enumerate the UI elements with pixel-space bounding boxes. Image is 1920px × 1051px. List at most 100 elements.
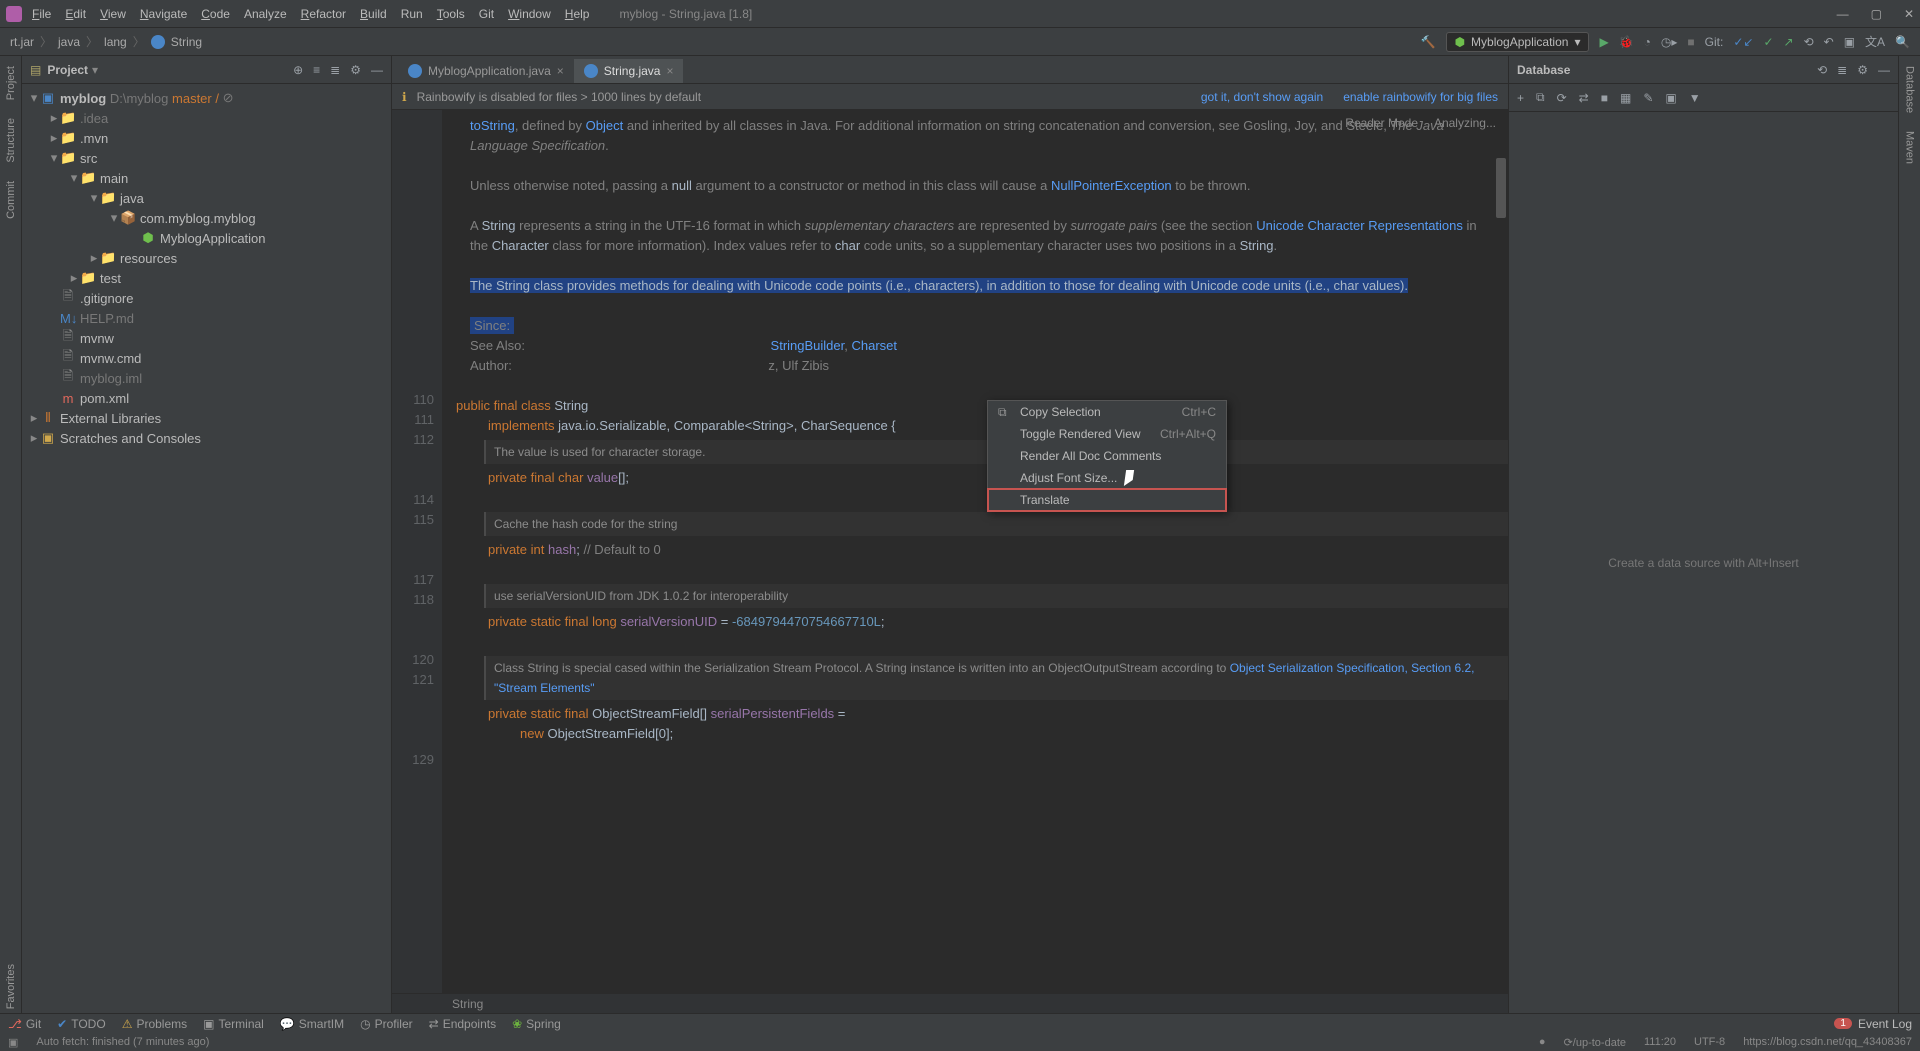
menu-tools[interactable]: Tools: [437, 7, 465, 21]
tool-tab-database[interactable]: Database: [1902, 62, 1918, 117]
close-tab-icon[interactable]: ×: [666, 64, 673, 78]
code-editor[interactable]: toString, defined by Object and inherite…: [442, 110, 1508, 993]
stop-icon[interactable]: ■: [1687, 35, 1694, 49]
editor-tabs: MyblogApplication.java× String.java×: [392, 56, 1508, 84]
status-tool-icon[interactable]: ▣: [8, 1036, 18, 1049]
tool-endpoints[interactable]: ⇄Endpoints: [429, 1017, 496, 1031]
sync-icon[interactable]: ⟲: [1817, 63, 1827, 77]
git-push-icon[interactable]: ↗: [1784, 35, 1794, 49]
ctx-toggle-rendered[interactable]: Toggle Rendered ViewCtrl+Alt+Q: [988, 423, 1226, 445]
spring-icon: ⬢: [1455, 35, 1465, 49]
project-tree[interactable]: ▾▣myblog D:\myblog master / ⊘ ▸📁.idea ▸📁…: [22, 84, 391, 1013]
tab-string[interactable]: String.java×: [574, 59, 684, 83]
tool-smartim[interactable]: 💬SmartIM: [280, 1017, 344, 1031]
debug-icon[interactable]: 🐞: [1619, 35, 1634, 49]
diff-icon[interactable]: ⇄: [1579, 91, 1589, 105]
menu-run[interactable]: Run: [401, 7, 423, 21]
search-everywhere-icon[interactable]: 🔍: [1895, 35, 1910, 49]
maximize-icon[interactable]: ▢: [1871, 7, 1882, 21]
tool-todo[interactable]: ✔TODO: [57, 1017, 106, 1031]
ctx-copy-selection[interactable]: ⧉Copy SelectionCtrl+C: [988, 401, 1226, 423]
rollback-icon[interactable]: ↶: [1824, 35, 1834, 49]
ctx-render-all[interactable]: Render All Doc Comments: [988, 445, 1226, 467]
main-menu: FFileile Edit View Navigate Code Analyze…: [32, 7, 589, 21]
crumb-lang[interactable]: lang: [104, 35, 127, 49]
tool-git[interactable]: ⎇Git: [8, 1017, 41, 1031]
status-uptodate[interactable]: ⟳/up-to-date: [1564, 1036, 1626, 1049]
ctx-adjust-font[interactable]: Adjust Font Size...: [988, 467, 1226, 489]
settings-icon[interactable]: ⚙: [1857, 63, 1868, 77]
stop-icon[interactable]: ■: [1601, 91, 1608, 105]
crumb-rtjar[interactable]: rt.jar: [10, 35, 34, 49]
collapse-all-icon[interactable]: ≣: [330, 63, 340, 77]
menu-analyze[interactable]: Analyze: [244, 7, 287, 21]
settings-icon[interactable]: ⚙: [350, 63, 361, 77]
view-icon[interactable]: ▣: [1665, 91, 1676, 105]
status-cursor-pos[interactable]: 111:20: [1644, 1036, 1676, 1049]
event-log[interactable]: Event Log: [1858, 1017, 1912, 1031]
banner-link-gotit[interactable]: got it, don't show again: [1201, 90, 1323, 104]
refresh-icon[interactable]: ⟳: [1557, 91, 1567, 105]
class-icon: [408, 64, 422, 78]
translate-icon[interactable]: 文A: [1865, 33, 1885, 50]
tool-tab-maven[interactable]: Maven: [1902, 127, 1918, 168]
filter-icon[interactable]: ▼: [1689, 91, 1701, 105]
menu-build[interactable]: Build: [360, 7, 387, 21]
open-recent-icon[interactable]: ▣: [1844, 35, 1855, 49]
table-icon[interactable]: ▦: [1620, 91, 1631, 105]
tab-myblog-application[interactable]: MyblogApplication.java×: [398, 59, 574, 83]
banner-message: Rainbowify is disabled for files > 1000 …: [417, 90, 702, 104]
database-placeholder: Create a data source with Alt+Insert: [1509, 112, 1898, 1013]
select-opened-file-icon[interactable]: ⊕: [293, 63, 303, 77]
minimize-icon[interactable]: —: [1837, 7, 1849, 21]
tool-tab-structure[interactable]: Structure: [3, 114, 19, 167]
tool-tab-project[interactable]: Project: [3, 62, 19, 104]
menu-navigate[interactable]: Navigate: [140, 7, 187, 21]
tool-profiler[interactable]: ◷Profiler: [360, 1017, 413, 1031]
chevron-down-icon[interactable]: ▾: [92, 63, 98, 77]
editor-breadcrumb[interactable]: String: [392, 993, 1508, 1013]
tool-tab-commit[interactable]: Commit: [3, 177, 19, 223]
tool-problems[interactable]: ⚠Problems: [122, 1017, 187, 1031]
history-icon[interactable]: ⟲: [1804, 35, 1814, 49]
banner-link-enable[interactable]: enable rainbowify for big files: [1343, 90, 1498, 104]
edit-icon[interactable]: ✎: [1643, 91, 1653, 105]
git-commit-icon[interactable]: ✓: [1763, 35, 1773, 49]
menu-window[interactable]: Window: [508, 7, 551, 21]
hide-icon[interactable]: —: [371, 63, 383, 77]
status-encoding[interactable]: UTF-8: [1694, 1036, 1725, 1049]
duplicate-icon[interactable]: ⧉: [1536, 90, 1545, 105]
menu-edit[interactable]: Edit: [65, 7, 86, 21]
close-tab-icon[interactable]: ×: [557, 64, 564, 78]
line-number-gutter: 110 111 112 114 115 117 118 120 121 129: [392, 110, 442, 993]
tool-spring[interactable]: ❀Spring: [512, 1017, 561, 1031]
crumb-string[interactable]: String: [171, 35, 202, 49]
hide-icon[interactable]: —: [1878, 63, 1890, 77]
right-tool-stripe: Database Maven: [1898, 56, 1920, 1013]
profile-icon[interactable]: ◷▸: [1661, 35, 1678, 49]
run-icon[interactable]: ▶: [1599, 35, 1608, 49]
close-icon[interactable]: ✕: [1904, 7, 1914, 21]
build-icon[interactable]: 🔨: [1421, 35, 1436, 49]
menu-refactor[interactable]: Refactor: [301, 7, 346, 21]
tool-tab-favorites[interactable]: Favorites: [3, 960, 19, 1013]
info-icon: ℹ: [402, 90, 407, 104]
tool-terminal[interactable]: ▣Terminal: [203, 1017, 264, 1031]
title-bar: FFileile Edit View Navigate Code Analyze…: [0, 0, 1920, 28]
menu-code[interactable]: Code: [201, 7, 230, 21]
menu-git[interactable]: Git: [479, 7, 494, 21]
menu-help[interactable]: Help: [565, 7, 590, 21]
menu-file[interactable]: FFileile: [32, 7, 51, 21]
collapse-icon[interactable]: ≣: [1837, 63, 1847, 77]
expand-all-icon[interactable]: ≡: [313, 63, 320, 77]
breadcrumb: rt.jar〉 java〉 lang〉 String: [10, 33, 202, 50]
crumb-java[interactable]: java: [58, 35, 80, 49]
menu-view[interactable]: View: [100, 7, 126, 21]
git-update-icon[interactable]: ✓↙: [1733, 35, 1753, 49]
run-config-selector[interactable]: ⬢ MyblogApplication ▾: [1446, 32, 1590, 52]
add-icon[interactable]: +: [1517, 91, 1524, 105]
ctx-translate[interactable]: Translate: [988, 489, 1226, 511]
copy-icon: ⧉: [998, 402, 1014, 422]
coverage-icon[interactable]: ◔: [1644, 35, 1651, 49]
database-title: Database: [1517, 63, 1570, 77]
